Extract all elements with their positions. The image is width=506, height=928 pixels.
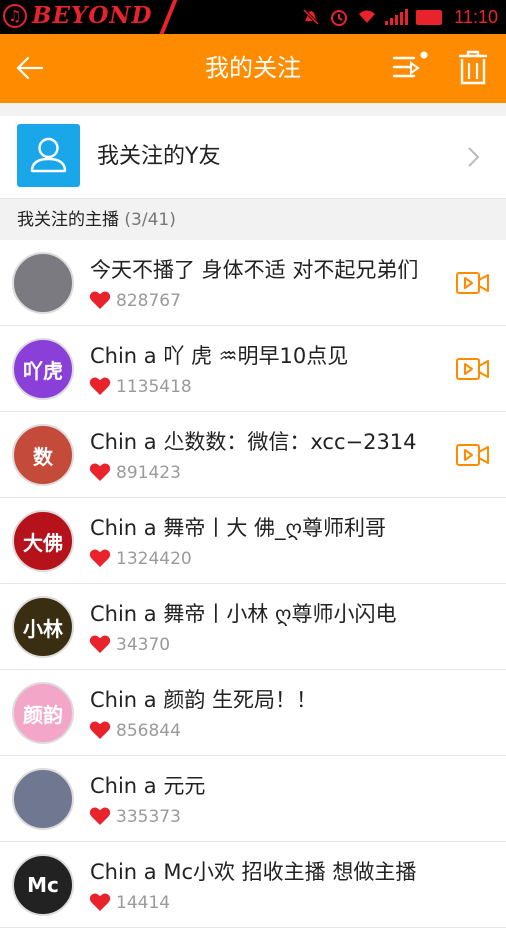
anchor-name: Chin a 元元 (90, 774, 206, 798)
avatar-label (14, 770, 72, 828)
anchor-name: Chin a Mc小欢 招收主播 想做主播 (90, 860, 417, 884)
anchor-avatar: 小林 (12, 596, 74, 658)
anchor-name: 今天不播了 身体不适 对不起兄弟们 (90, 258, 419, 282)
friend-entry-label: 我关注的Y友 (97, 144, 221, 169)
heart-icon (89, 635, 111, 653)
heart-icon (89, 377, 111, 395)
anchor-row[interactable]: 今天不播了 身体不适 对不起兄弟们 828767 (0, 240, 506, 326)
anchor-avatar (12, 252, 74, 314)
heart-icon (89, 463, 111, 481)
brand-logo: ♫ BEYOND (0, 0, 182, 40)
fan-count: 856844 (116, 721, 181, 741)
avatar-label: 小林 (23, 616, 63, 641)
anchor-avatar: 数 (12, 424, 74, 486)
anchor-row[interactable]: 小林 Chin a 舞帝丨小林 ღ尊师小闪电 34370 (0, 584, 506, 670)
avatar-label: 数 (33, 444, 53, 469)
section-count: (3/41) (124, 210, 176, 230)
anchor-row[interactable]: Chin a 元元 335373 (0, 756, 506, 842)
wifi-icon (359, 10, 376, 23)
anchor-list: 今天不播了 身体不适 对不起兄弟们 828767 吖虎 Chin a 吖 虎 ♒… (0, 240, 506, 928)
anchor-name: Chin a 尐数数：微信：xcc−2314 (90, 430, 417, 454)
fan-count: 1324420 (116, 549, 192, 569)
anchor-row[interactable]: 颜韵 Chin a 颜韵 生死局！！ 856844 (0, 670, 506, 756)
brand-text: BEYOND (32, 2, 153, 29)
battery-icon (416, 9, 443, 25)
friend-avatar-icon (17, 124, 80, 187)
heart-icon (89, 807, 111, 825)
fan-count: 335373 (116, 807, 181, 827)
heart-icon (89, 721, 111, 739)
section-header: 我关注的主播 (3/41) (0, 198, 506, 240)
fan-count: 34370 (116, 635, 171, 655)
music-note-icon: ♫ (3, 4, 27, 28)
anchor-avatar: Mc (12, 854, 74, 916)
heart-icon (89, 291, 111, 309)
chevron-right-icon (468, 147, 480, 167)
live-video-icon[interactable] (455, 442, 491, 468)
page-title: 我的关注 (205, 54, 301, 82)
live-video-icon[interactable] (455, 356, 491, 382)
avatar-label: Mc (27, 873, 59, 897)
anchor-name: Chin a 舞帝丨小林 ღ尊师小闪电 (90, 602, 397, 626)
heart-icon (89, 549, 111, 567)
live-video-icon[interactable] (455, 270, 491, 296)
avatar-label: 颜韵 (23, 702, 63, 727)
status-icons: 11:10 (301, 0, 498, 34)
header-spacer (0, 103, 506, 116)
anchor-avatar: 颜韵 (12, 682, 74, 744)
fan-count: 1135418 (116, 377, 192, 397)
anchor-avatar: 吖虎 (12, 338, 74, 400)
delete-trash-icon[interactable] (454, 49, 492, 87)
anchor-row[interactable]: Mc Chin a Mc小欢 招收主播 想做主播 14414 (0, 842, 506, 928)
fan-count: 14414 (116, 893, 171, 913)
anchor-avatar: 大佛 (12, 510, 74, 572)
anchor-row[interactable]: 数 Chin a 尐数数：微信：xcc−2314 891423 (0, 412, 506, 498)
mute-icon (303, 8, 320, 26)
status-bar: ♫ BEYOND 11:10 (0, 0, 506, 40)
avatar-label: 吖虎 (23, 358, 63, 383)
avatar-label (14, 254, 72, 312)
alarm-icon (331, 10, 348, 26)
anchor-name: Chin a 舞帝丨大 佛_ღ尊师利哥 (90, 516, 387, 540)
anchor-row[interactable]: 大佛 Chin a 舞帝丨大 佛_ღ尊师利哥 1324420 (0, 498, 506, 584)
section-title: 我关注的主播 (17, 210, 119, 230)
followed-friends-entry[interactable]: 我关注的Y友 (0, 116, 506, 198)
fan-count: 891423 (116, 463, 181, 483)
heart-icon (89, 893, 111, 911)
anchor-row[interactable]: 吖虎 Chin a 吖 虎 ♒明早10点见 1135418 (0, 326, 506, 412)
fan-count: 828767 (116, 291, 181, 311)
app-header: 我的关注 (0, 34, 506, 103)
anchor-name: Chin a 吖 虎 ♒明早10点见 (90, 344, 349, 368)
anchor-avatar (12, 768, 74, 830)
avatar-label: 大佛 (23, 530, 63, 555)
anchor-name: Chin a 颜韵 生死局！！ (90, 688, 318, 712)
clock: 11:10 (454, 6, 498, 27)
manage-list-icon[interactable] (390, 50, 430, 86)
signal-icon (385, 9, 409, 25)
